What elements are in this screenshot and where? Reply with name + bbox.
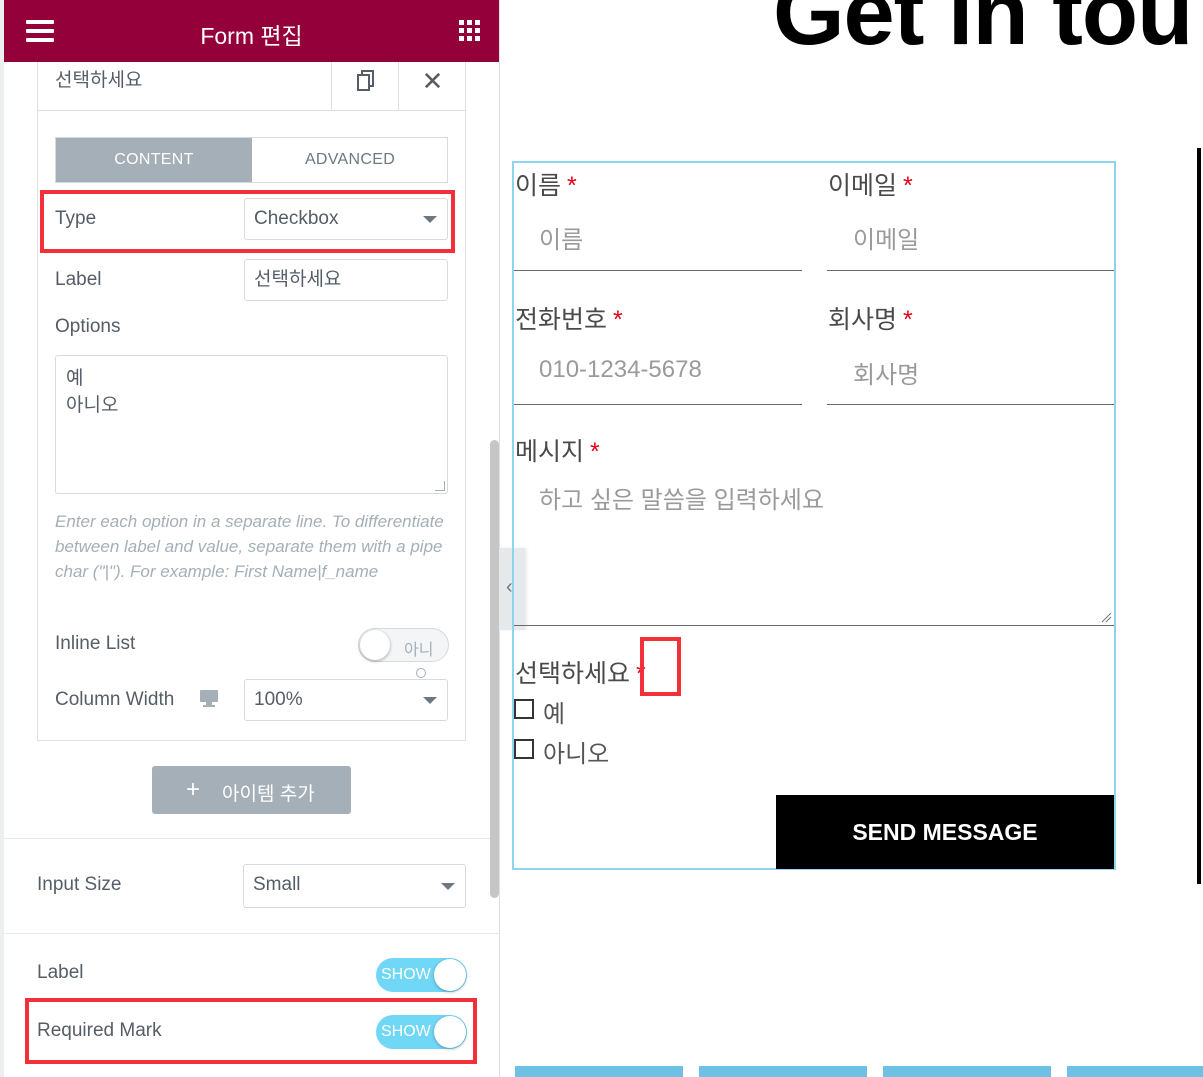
options-help-text: Enter each option in a separate line. To… [55, 512, 444, 581]
inline-list-toggle[interactable]: 아니 [358, 628, 449, 662]
email-input[interactable]: 이메일 [853, 220, 919, 255]
desktop-monitor-icon[interactable] [199, 689, 219, 707]
label-toggle-text: SHOW [381, 966, 431, 983]
message-field-label: 메시지 * [515, 438, 600, 466]
checkbox-option-label: 아니오 [543, 741, 610, 768]
phone-underline [514, 404, 802, 405]
editor-panel: Form 편집 선택하세요 ✕ CONTENT ADVANCED Type Ch… [0, 0, 499, 1077]
required-mark: * [613, 306, 623, 334]
section-tabs: CONTENT ADVANCED [55, 137, 448, 183]
bottom-bar [1067, 1066, 1203, 1077]
inline-list-toggle-text: 아니 [404, 642, 434, 659]
column-width-select[interactable]: 100% [244, 679, 448, 721]
column-width-label: Column Width [55, 689, 175, 710]
bottom-bar [883, 1066, 1051, 1077]
toggle-knob [360, 630, 390, 660]
message-underline [514, 625, 1114, 626]
repeater-item-header[interactable]: 선택하세요 ✕ [37, 62, 466, 111]
editor-window: Form 편집 선택하세요 ✕ CONTENT ADVANCED Type Ch… [0, 0, 1203, 1077]
plus-icon: + [186, 776, 201, 803]
required-mark: * [590, 438, 600, 466]
chevron-down-icon [441, 883, 455, 890]
message-textarea[interactable]: 하고 싶은 말씀을 입력하세요 [539, 480, 824, 515]
label-show-toggle[interactable]: SHOW [376, 958, 467, 992]
panel-header: Form 편집 [4, 0, 499, 62]
checkbox-option-yes[interactable] [514, 699, 534, 719]
label-input-value: 선택하세요 [254, 269, 342, 290]
label-toggle-label: Label [37, 962, 84, 983]
email-underline [827, 270, 1114, 271]
required-mark: * [903, 172, 913, 200]
company-field-label: 회사명 * [828, 306, 913, 334]
required-mark-highlight-box [25, 998, 477, 1064]
panel-scrollbar[interactable] [490, 440, 499, 898]
checkbox-option-no[interactable] [514, 739, 534, 759]
inline-list-label: Inline List [55, 633, 136, 654]
panel-title: Form 편집 [200, 23, 303, 49]
label-label: Label [55, 269, 102, 290]
input-size-label: Input Size [37, 874, 122, 895]
duplicate-item-button[interactable] [331, 62, 398, 110]
name-field-label: 이름 * [515, 172, 577, 200]
required-mark-highlight-box [640, 637, 681, 696]
divider [4, 933, 499, 934]
type-highlight-box [40, 190, 455, 253]
resize-handle-icon[interactable] [1100, 611, 1112, 623]
copy-icon [357, 70, 374, 91]
send-message-button[interactable]: SEND MESSAGE [776, 795, 1114, 869]
resize-handle-icon[interactable] [435, 481, 445, 491]
vertical-divider [1197, 148, 1201, 884]
option-line: 아니오 [66, 395, 119, 416]
column-width-value: 100% [254, 689, 303, 710]
input-size-select[interactable]: Small [243, 864, 466, 908]
label-input[interactable]: 선택하세요 [244, 259, 448, 301]
divider [4, 838, 499, 839]
repeater-item-title: 선택하세요 [55, 70, 143, 91]
email-field-label: 이메일 * [828, 172, 913, 200]
remove-item-button[interactable]: ✕ [398, 62, 466, 110]
name-input[interactable]: 이름 [539, 220, 583, 255]
bottom-bar [515, 1066, 683, 1077]
checkbox-option-label: 예 [543, 701, 566, 728]
company-input[interactable]: 회사명 [853, 355, 919, 390]
options-textarea[interactable]: 예 아니오 [55, 355, 448, 494]
add-item-label: 아이템 추가 [222, 784, 315, 805]
choice-field-label: 선택하세요 * [515, 660, 646, 688]
tab-advanced[interactable]: ADVANCED [252, 138, 448, 182]
close-icon: ✕ [421, 66, 444, 96]
panel-divider [499, 0, 500, 1077]
add-item-button[interactable]: + 아이템 추가 [152, 766, 351, 814]
circle-icon [416, 668, 426, 678]
bottom-bar [699, 1066, 867, 1077]
chevron-down-icon [423, 697, 437, 704]
name-underline [514, 270, 802, 271]
phone-field-label: 전화번호 * [515, 306, 623, 334]
phone-input[interactable]: 010-1234-5678 [539, 356, 702, 384]
options-label: Options [55, 316, 121, 337]
option-line: 예 [66, 368, 84, 389]
toggle-knob [434, 959, 466, 991]
company-underline [827, 404, 1114, 405]
required-mark: * [567, 172, 577, 200]
input-size-value: Small [253, 874, 301, 895]
page-heading: Get in tou [773, 0, 1193, 64]
tab-content[interactable]: CONTENT [56, 138, 252, 182]
widgets-grid-icon[interactable] [459, 20, 481, 42]
required-mark: * [903, 306, 913, 334]
